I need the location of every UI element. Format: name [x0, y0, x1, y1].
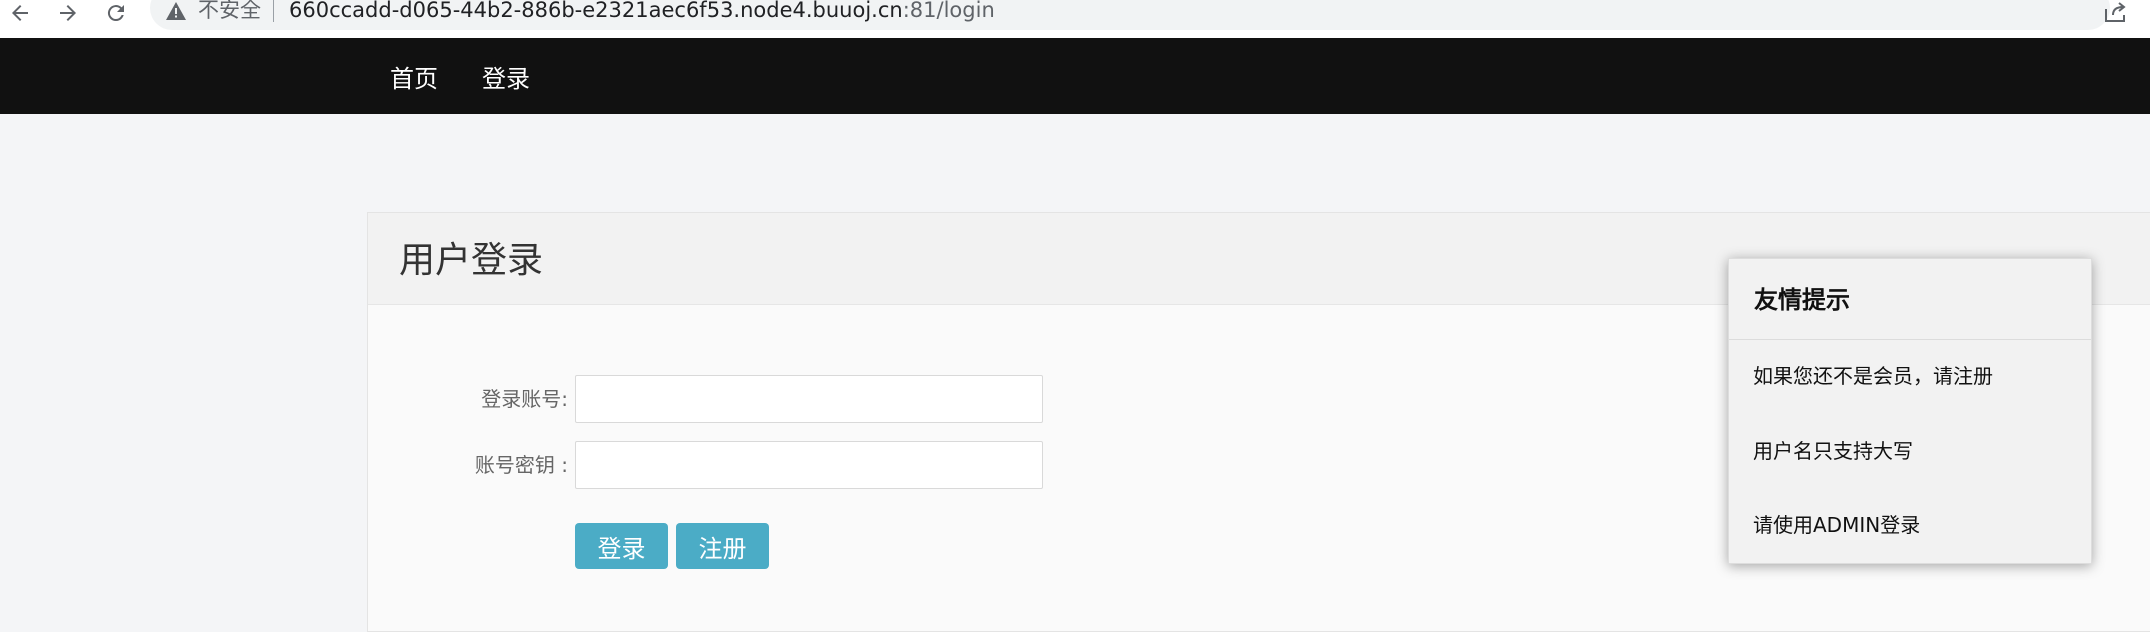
url-text[interactable]: 660ccadd-d065-44b2-886b-e2321aec6f53.nod… — [289, 0, 995, 23]
back-arrow-icon[interactable] — [2, 0, 38, 26]
tips-item-uppercase: 用户名只支持大写 — [1753, 439, 1913, 463]
login-button[interactable]: 登录 — [575, 523, 668, 569]
tips-title: 友情提示 — [1754, 286, 1850, 314]
forward-arrow-icon[interactable] — [50, 0, 86, 26]
reload-icon[interactable] — [98, 0, 134, 26]
nav-login-link[interactable]: 登录 — [482, 38, 530, 114]
share-icon[interactable] — [2100, 0, 2130, 24]
page-title: 用户登录 — [399, 240, 544, 281]
tips-card: 友情提示 如果您还不是会员，请注册 用户名只支持大写 请使用ADMIN登录 — [1728, 258, 2092, 564]
register-button[interactable]: 注册 — [676, 523, 769, 569]
account-label: 登录账号: — [481, 387, 568, 411]
url-host: 660ccadd-d065-44b2-886b-e2321aec6f53.nod… — [289, 0, 903, 22]
password-input[interactable] — [575, 441, 1043, 489]
tips-divider — [1729, 339, 2091, 340]
password-label: 账号密钥 : — [474, 453, 568, 477]
url-separator — [273, 0, 274, 22]
site-navbar: 首页 登录 — [0, 38, 2150, 114]
warning-icon[interactable] — [166, 0, 186, 22]
tips-item-register: 如果您还不是会员，请注册 — [1753, 364, 1993, 388]
account-input[interactable] — [575, 375, 1043, 423]
tips-item-admin: 请使用ADMIN登录 — [1753, 513, 1921, 537]
security-status-label[interactable]: 不安全 — [198, 0, 261, 23]
browser-toolbar: 不安全 660ccadd-d065-44b2-886b-e2321aec6f53… — [0, 0, 2150, 38]
nav-home-link[interactable]: 首页 — [390, 38, 438, 114]
url-path: :81/login — [902, 0, 995, 22]
